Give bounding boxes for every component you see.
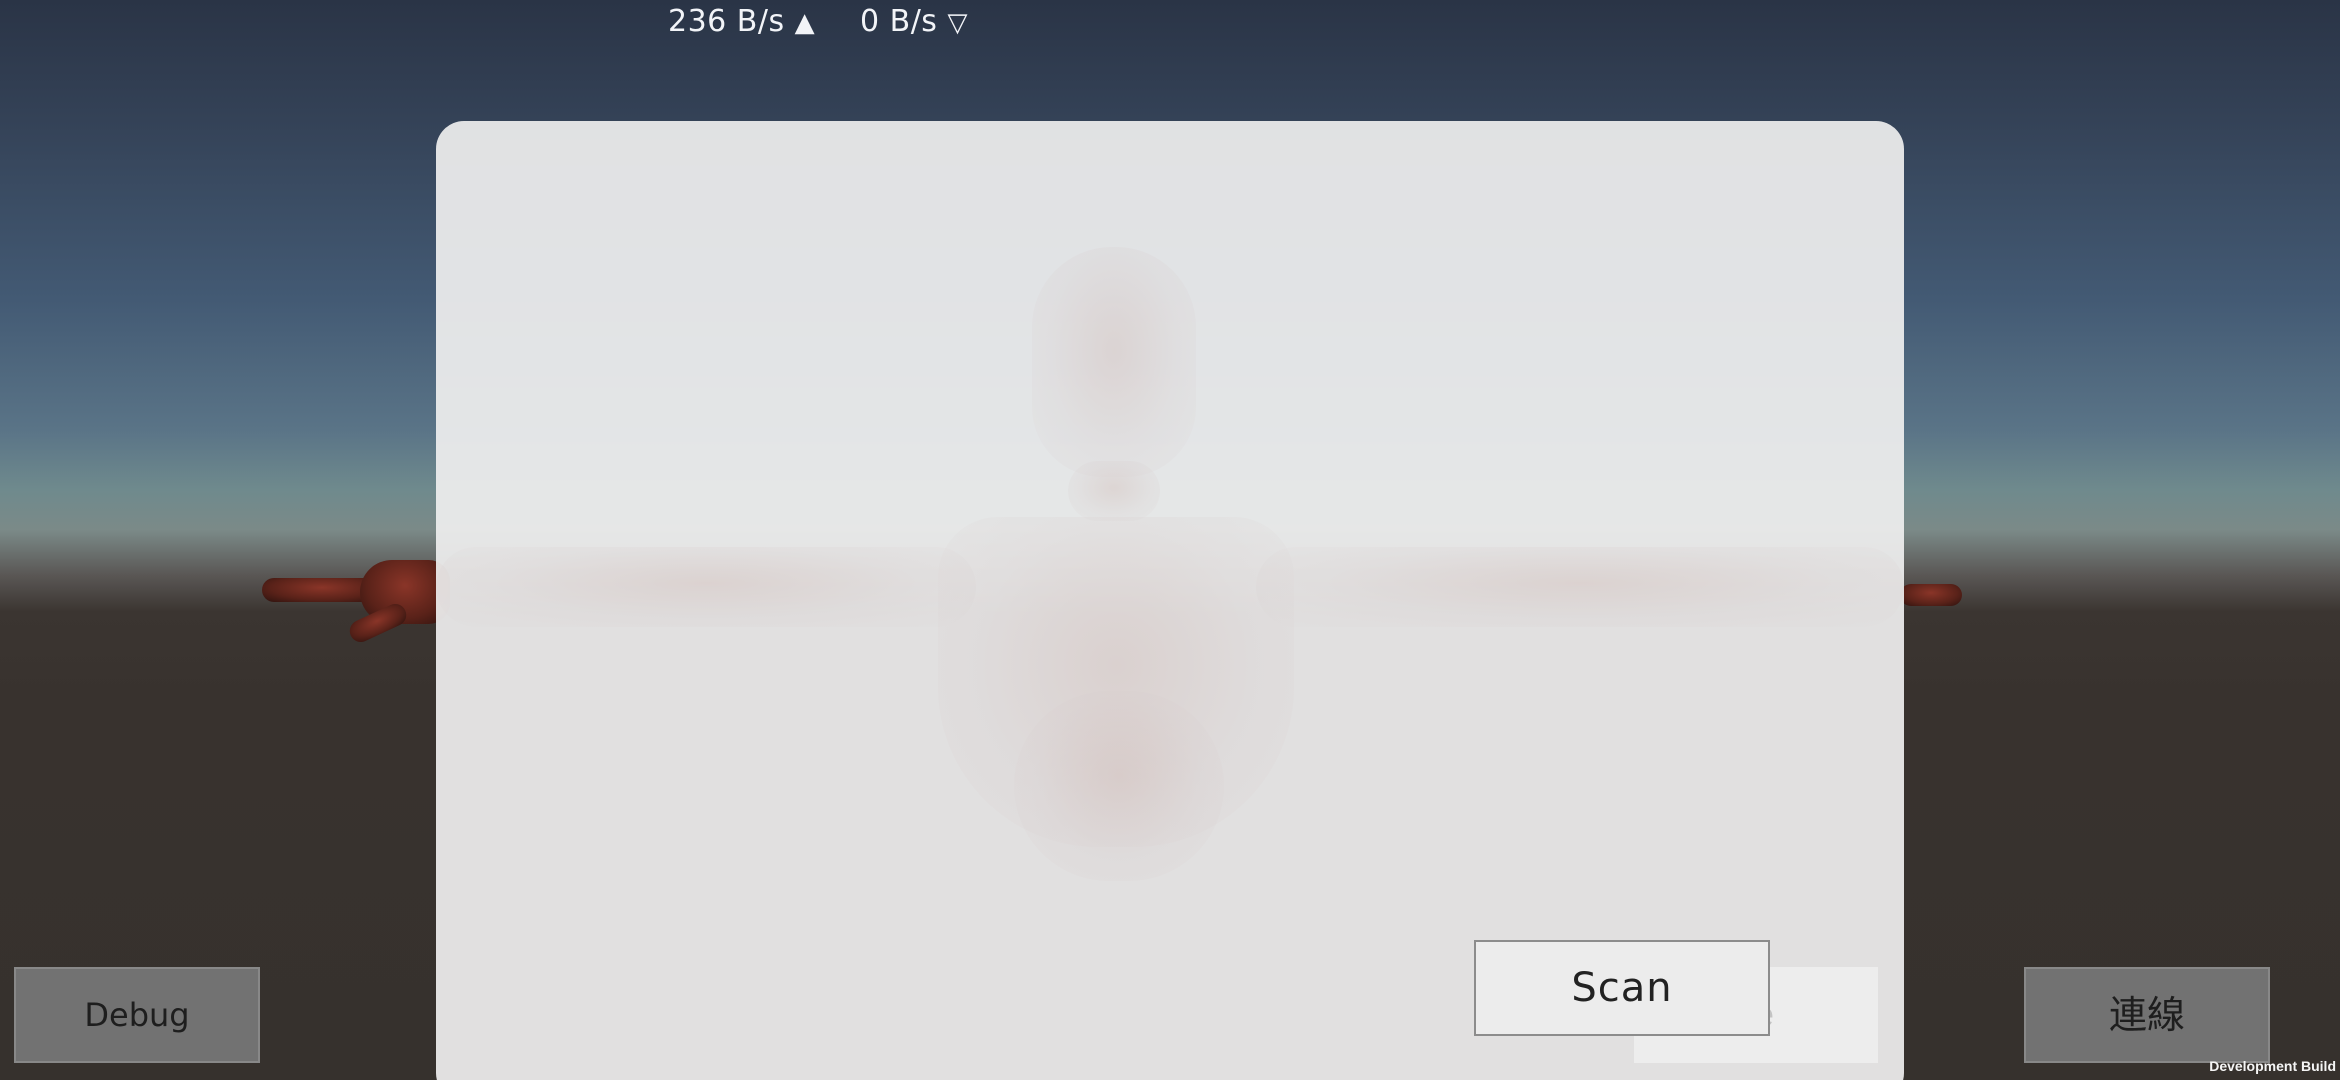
- debug-button[interactable]: Debug: [14, 967, 260, 1063]
- scene-viewport: 236 B/s▲ 0 B/s▽ Te Scan Debug 連線 Develop…: [0, 0, 2340, 1080]
- figure-ghost-head: [1032, 247, 1196, 477]
- scan-button[interactable]: Scan: [1474, 940, 1770, 1036]
- connect-button[interactable]: 連線: [2024, 967, 2270, 1063]
- figure-right-hand: [1900, 584, 1962, 606]
- upload-rate: 236 B/s ▲: [668, 4, 815, 39]
- download-rate: 0 B/s ▽: [860, 4, 968, 39]
- upload-rate-value: 236 B/s: [668, 4, 785, 39]
- figure-ghost-left-arm: [436, 547, 976, 627]
- figure-ghost-right-arm: [1256, 547, 1904, 627]
- download-arrow-icon: ▽: [947, 8, 968, 38]
- upload-arrow-icon: ▲: [794, 8, 816, 38]
- download-rate-value: 0 B/s: [860, 4, 938, 39]
- development-build-label: Development Build: [2209, 1058, 2336, 1074]
- scan-panel: [436, 121, 1904, 1080]
- figure-ghost-pelvis: [1014, 691, 1224, 881]
